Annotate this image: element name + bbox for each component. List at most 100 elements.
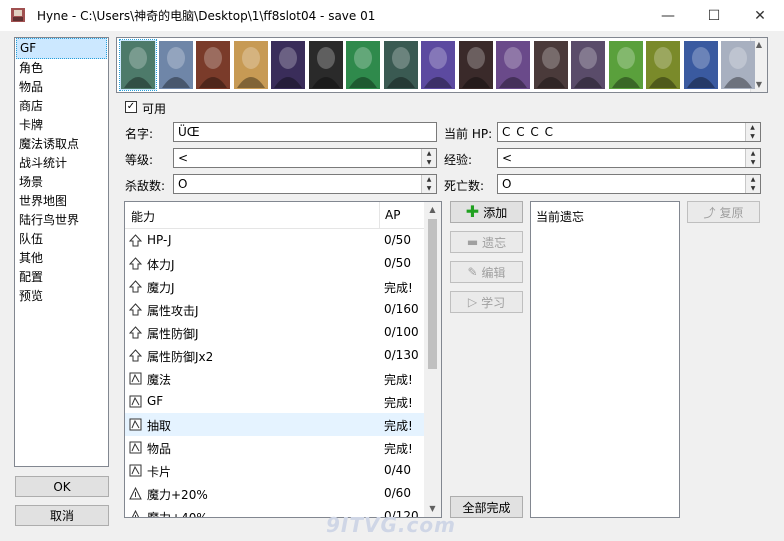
level-field[interactable]: < ▲ ▼: [173, 148, 437, 168]
kills-spinner[interactable]: ▲ ▼: [421, 175, 436, 193]
gf-portrait[interactable]: [458, 40, 494, 90]
exp-spinner[interactable]: ▲ ▼: [745, 149, 760, 167]
gf-portrait[interactable]: [608, 40, 644, 90]
gf-portrait[interactable]: [533, 40, 569, 90]
restore-button[interactable]: ⤴ 复原: [687, 201, 760, 223]
kills-field[interactable]: O ▲ ▼: [173, 174, 437, 194]
exp-label: 经验:: [444, 153, 473, 167]
gf-portrait[interactable]: [495, 40, 531, 90]
sidebar-item[interactable]: 卡牌: [15, 116, 108, 135]
name-label: 名字:: [125, 127, 154, 141]
ability-row[interactable]: 属性攻击J 0/160: [125, 298, 425, 321]
sidebar-item[interactable]: 其他: [15, 249, 108, 268]
pencil-icon: ✎: [467, 265, 478, 279]
sidebar-item[interactable]: 战斗统计: [15, 154, 108, 173]
sidebar-item[interactable]: 场景: [15, 173, 108, 192]
ability-ap: 0/100: [384, 325, 419, 339]
gf-portrait[interactable]: [119, 39, 157, 91]
sidebar-item[interactable]: 配置: [15, 268, 108, 287]
gf-portrait[interactable]: [195, 40, 231, 90]
learn-icon: ▷: [467, 295, 478, 309]
sidebar-item[interactable]: GF: [16, 38, 107, 59]
gf-portrait[interactable]: [383, 40, 419, 90]
ability-ap: 0/50: [384, 233, 411, 247]
ability-row[interactable]: GF 完成!: [125, 390, 425, 413]
sidebar-item[interactable]: 预览: [15, 287, 108, 306]
gf-portrait[interactable]: [308, 40, 344, 90]
ability-list-scrollbar[interactable]: ▲ ▼: [424, 202, 441, 517]
exp-value: <: [502, 151, 513, 165]
sidebar-item[interactable]: 商店: [15, 97, 108, 116]
gf-portrait[interactable]: [345, 40, 381, 90]
command-icon: [129, 464, 142, 477]
sidebar-item[interactable]: 物品: [15, 78, 108, 97]
boost-icon: [129, 509, 142, 517]
sidebar-item[interactable]: 角色: [15, 59, 108, 78]
add-button[interactable]: ✚ 添加: [450, 201, 523, 223]
gf-portrait-strip[interactable]: ▲ ▼: [116, 37, 768, 93]
gf-portrait[interactable]: [270, 40, 306, 90]
plus-icon: ✚: [465, 202, 480, 221]
ability-ap: 完成!: [384, 396, 413, 410]
ability-name: 魔力+20%: [147, 488, 208, 502]
gf-portrait[interactable]: [233, 40, 269, 90]
deaths-spinner[interactable]: ▲ ▼: [745, 175, 760, 193]
ability-row[interactable]: 卡片 0/40: [125, 459, 425, 482]
gf-portrait[interactable]: [570, 40, 606, 90]
cancel-button[interactable]: 取消: [15, 505, 109, 526]
deaths-value: O: [502, 177, 512, 191]
gf-portrait[interactable]: [420, 40, 456, 90]
sidebar-item[interactable]: 世界地图: [15, 192, 108, 211]
ability-row[interactable]: 属性防御J 0/100: [125, 321, 425, 344]
ability-ap: 0/50: [384, 256, 411, 270]
ability-name: GF: [147, 394, 164, 408]
deaths-field[interactable]: O ▲ ▼: [497, 174, 761, 194]
command-icon: [129, 372, 142, 385]
learn-button-label: 学习: [481, 295, 506, 310]
ability-ap: 完成!: [384, 281, 413, 295]
ability-row[interactable]: HP-J 0/50: [125, 229, 425, 252]
level-spinner[interactable]: ▲ ▼: [421, 149, 436, 167]
restore-button-label: 复原: [719, 205, 744, 220]
current-hp-spinner[interactable]: ▲ ▼: [745, 123, 760, 141]
forgotten-list[interactable]: 当前遗忘: [530, 201, 680, 518]
name-value: ÜŒ: [178, 125, 200, 139]
gf-portrait[interactable]: [645, 40, 681, 90]
edit-button-label: 编辑: [481, 265, 506, 280]
close-button[interactable]: ✕: [737, 0, 783, 31]
ability-row[interactable]: 属性防御Jx2 0/130: [125, 344, 425, 367]
gf-portrait[interactable]: [683, 40, 719, 90]
list-scroll-thumb[interactable]: [428, 219, 437, 369]
ability-row[interactable]: 物品 完成!: [125, 436, 425, 459]
list-scroll-up-icon[interactable]: ▲: [424, 203, 441, 217]
learn-button[interactable]: ▷ 学习: [450, 291, 523, 313]
sidebar-item[interactable]: 魔法诱取点: [15, 135, 108, 154]
enabled-checkbox[interactable]: ✓: [125, 101, 137, 113]
exp-field[interactable]: < ▲ ▼: [497, 148, 761, 168]
minimize-button[interactable]: —: [645, 0, 691, 31]
gf-portrait[interactable]: [720, 40, 756, 90]
maximize-button[interactable]: ☐: [691, 0, 737, 31]
ability-row[interactable]: 抽取 完成!: [125, 413, 425, 436]
edit-button[interactable]: ✎ 编辑: [450, 261, 523, 283]
ability-row[interactable]: 体力J 0/50: [125, 252, 425, 275]
gf-portrait[interactable]: [158, 40, 194, 90]
ability-list[interactable]: 能力 AP HP-J 0/50 体力J 0/50 魔力J 完成! 属性攻击J 0/160 属性防…: [124, 201, 442, 518]
ability-column-header[interactable]: 能力: [131, 208, 155, 225]
ability-row[interactable]: 魔力+20% 0/60: [125, 482, 425, 505]
ability-row[interactable]: 魔法 完成!: [125, 367, 425, 390]
ability-ap: 完成!: [384, 373, 413, 387]
ability-name: 属性防御J: [147, 327, 199, 341]
name-field[interactable]: ÜŒ: [173, 122, 437, 142]
up-arrow-icon: [128, 349, 143, 362]
complete-all-button[interactable]: 全部完成: [450, 496, 523, 518]
ability-name: 卡片: [147, 465, 172, 479]
ability-row[interactable]: 魔力J 完成!: [125, 275, 425, 298]
ok-button[interactable]: OK: [15, 476, 109, 497]
ability-name: 魔力+40%: [147, 511, 208, 518]
forget-button[interactable]: ▬ 遗忘: [450, 231, 523, 253]
current-hp-field[interactable]: C C C C ▲ ▼: [497, 122, 761, 142]
sidebar-item[interactable]: 陆行鸟世界: [15, 211, 108, 230]
ap-column-header[interactable]: AP: [385, 208, 400, 222]
sidebar-item[interactable]: 队伍: [15, 230, 108, 249]
